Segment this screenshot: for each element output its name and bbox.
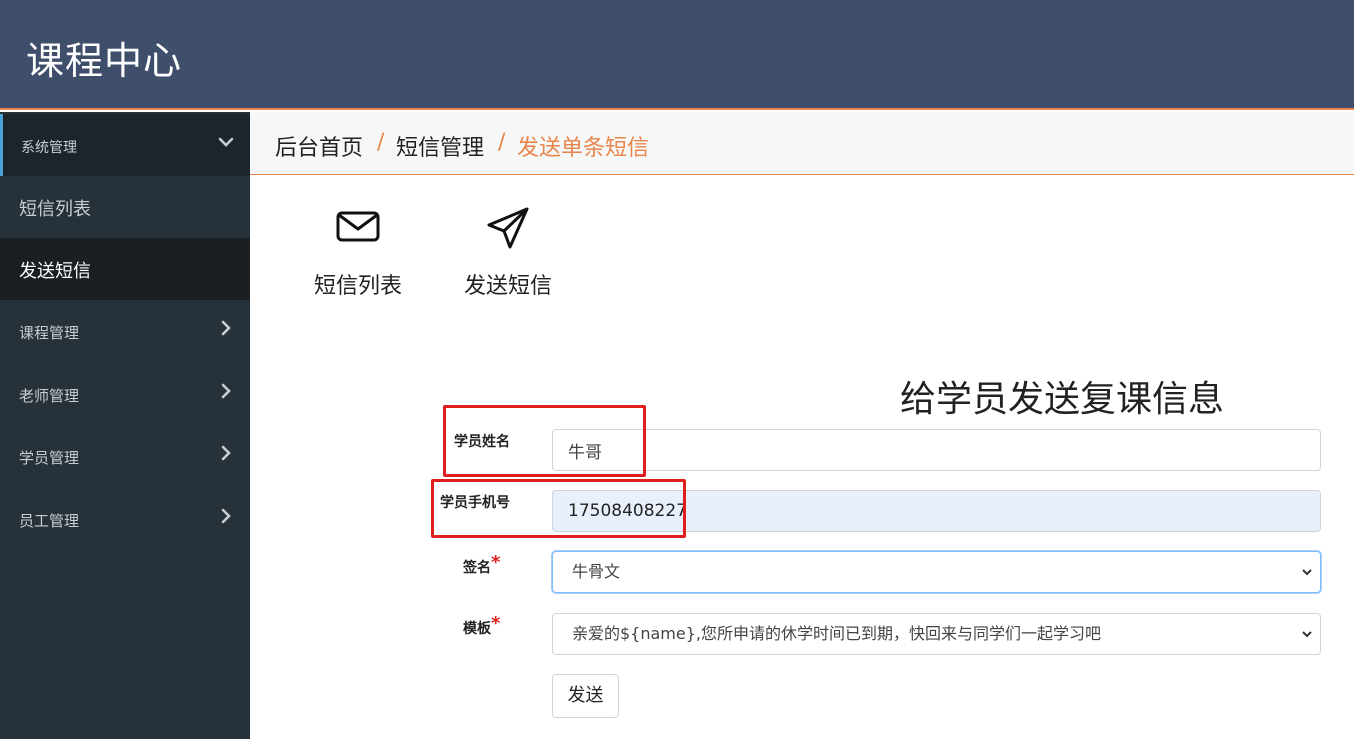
sidebar-group-label: 系统管理 — [21, 140, 77, 156]
breadcrumb: 后台首页 / 短信管理 / 发送单条短信 — [250, 112, 1354, 175]
chevron-down-icon — [218, 137, 234, 147]
breadcrumb-sms-management[interactable]: 短信管理 — [396, 130, 484, 162]
signature-label: 签名* — [463, 552, 500, 577]
envelope-icon — [336, 211, 380, 242]
sidebar-group-label: 老师管理 — [19, 387, 80, 405]
breadcrumb-separator: / — [498, 130, 506, 155]
signature-selected-value: 牛骨文 — [572, 562, 621, 581]
app-title: 课程中心 — [26, 39, 183, 83]
student-name-input[interactable] — [552, 429, 1321, 471]
sidebar-item-sms-list[interactable]: 短信列表 — [0, 176, 250, 238]
send-button[interactable]: 发送 — [552, 674, 619, 718]
highlight-box-name — [443, 405, 646, 477]
shortcut-sms-list[interactable]: 短信列表 — [303, 200, 413, 300]
chevron-right-icon — [221, 320, 231, 336]
template-label: 模板* — [463, 613, 500, 638]
form-title: 给学员发送复课信息 — [900, 379, 1225, 420]
shortcut-label: 短信列表 — [313, 274, 402, 299]
template-label-text: 模板 — [463, 621, 491, 637]
chevron-down-icon — [1302, 631, 1312, 638]
chevron-right-icon — [221, 445, 231, 461]
sidebar-item-label: 短信列表 — [19, 199, 91, 220]
sidebar-item-label: 发送短信 — [19, 261, 91, 282]
sidebar-group-teacher[interactable]: 老师管理 — [0, 363, 250, 425]
sidebar-group-label: 学员管理 — [19, 449, 80, 467]
required-mark: * — [491, 552, 501, 573]
sidebar-item-send-sms[interactable]: 发送短信 — [0, 238, 250, 300]
shortcut-send-sms[interactable]: 发送短信 — [453, 200, 563, 300]
signature-select[interactable]: 牛骨文 — [552, 551, 1321, 593]
chevron-down-icon — [1302, 569, 1312, 576]
shortcut-label: 发送短信 — [463, 274, 552, 299]
breadcrumb-separator: / — [377, 130, 385, 155]
breadcrumb-current: 发送单条短信 — [517, 136, 650, 161]
template-selected-value: 亲爱的${name},您所申请的休学时间已到期，快回来与同学们一起学习吧 — [572, 624, 1102, 643]
paper-plane-icon — [487, 207, 529, 249]
chevron-right-icon — [221, 383, 231, 399]
sidebar-group-label: 员工管理 — [19, 512, 80, 530]
signature-label-text: 签名 — [463, 560, 491, 576]
sidebar-group-course[interactable]: 课程管理 — [0, 300, 250, 362]
sidebar-group-student[interactable]: 学员管理 — [0, 425, 250, 487]
highlight-box-phone — [431, 479, 686, 538]
sidebar-group-label: 课程管理 — [19, 324, 80, 342]
chevron-right-icon — [221, 508, 231, 524]
breadcrumb-home[interactable]: 后台首页 — [275, 130, 363, 162]
sidebar-group-staff[interactable]: 员工管理 — [0, 488, 250, 550]
top-header: 课程中心 — [0, 0, 1354, 110]
sidebar: 系统管理 短信列表 发送短信 课程管理 老师管理 学员管理 员工管理 — [0, 112, 250, 739]
sidebar-group-system[interactable]: 系统管理 — [0, 114, 250, 176]
required-mark: * — [491, 613, 501, 634]
template-select[interactable]: 亲爱的${name},您所申请的休学时间已到期，快回来与同学们一起学习吧 — [552, 613, 1321, 655]
